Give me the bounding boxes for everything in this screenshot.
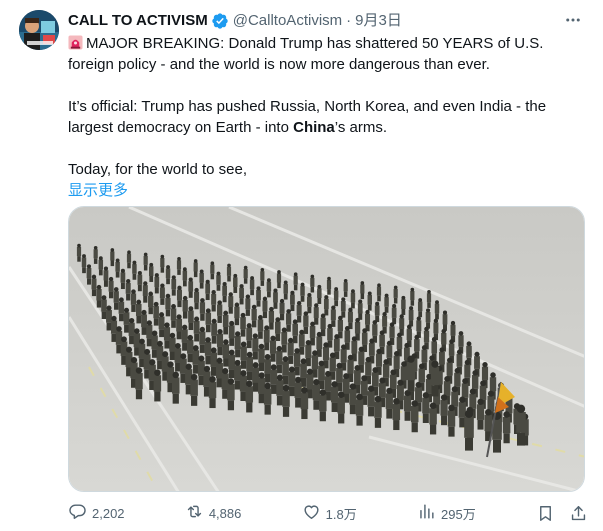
views-count: 295万 <box>441 506 476 522</box>
tweet-paragraph-2: It’s official: Trump has pushed Russia, … <box>68 96 588 138</box>
tweet-line-2-end: ’s arms. <box>334 119 388 136</box>
avatar[interactable] <box>19 10 59 50</box>
share-icon[interactable] <box>569 504 588 523</box>
heart-icon <box>302 502 321 524</box>
views-button[interactable]: 295万 <box>417 502 476 524</box>
police-car-light-icon <box>68 35 83 50</box>
tweet-actions: 2,202 4,886 1.8万 295万 <box>68 502 588 524</box>
repost-count: 4,886 <box>208 505 242 521</box>
more-icon[interactable] <box>563 10 583 30</box>
tweet-date[interactable]: 9月3日 <box>355 11 402 31</box>
verified-badge-icon[interactable] <box>211 12 229 30</box>
media-parade-image <box>69 207 584 491</box>
tweet-text: MAJOR BREAKING: Donald Trump has shatter… <box>68 33 588 201</box>
author-handle[interactable]: @CalltoActivism <box>233 11 342 31</box>
views-icon <box>417 502 436 524</box>
show-more-link[interactable]: 显示更多 <box>68 180 588 201</box>
tweet-media[interactable] <box>68 206 585 492</box>
tweet: CALL TO ACTIVISM @CalltoActivism · 9月3日 <box>0 0 603 531</box>
reply-icon <box>68 502 87 524</box>
like-count: 1.8万 <box>325 506 357 522</box>
author-name[interactable]: CALL TO ACTIVISM <box>68 11 208 31</box>
right-actions <box>536 504 588 523</box>
reply-count: 2,202 <box>92 505 125 521</box>
tweet-line-1: MAJOR BREAKING: Donald Trump has shatter… <box>68 35 544 73</box>
repost-icon <box>185 502 204 524</box>
repost-button[interactable]: 4,886 <box>185 502 242 524</box>
tweet-paragraph-1: MAJOR BREAKING: Donald Trump has shatter… <box>68 33 588 75</box>
reply-button[interactable]: 2,202 <box>68 502 125 524</box>
bookmark-icon[interactable] <box>536 504 555 523</box>
tweet-bold-word: China <box>293 119 335 136</box>
tweet-paragraph-3: Today, for the world to see, <box>68 161 247 178</box>
tweet-header: CALL TO ACTIVISM @CalltoActivism · 9月3日 <box>68 10 583 32</box>
like-button[interactable]: 1.8万 <box>302 502 357 524</box>
separator-dot: · <box>346 12 352 29</box>
avatar-image <box>19 10 59 50</box>
